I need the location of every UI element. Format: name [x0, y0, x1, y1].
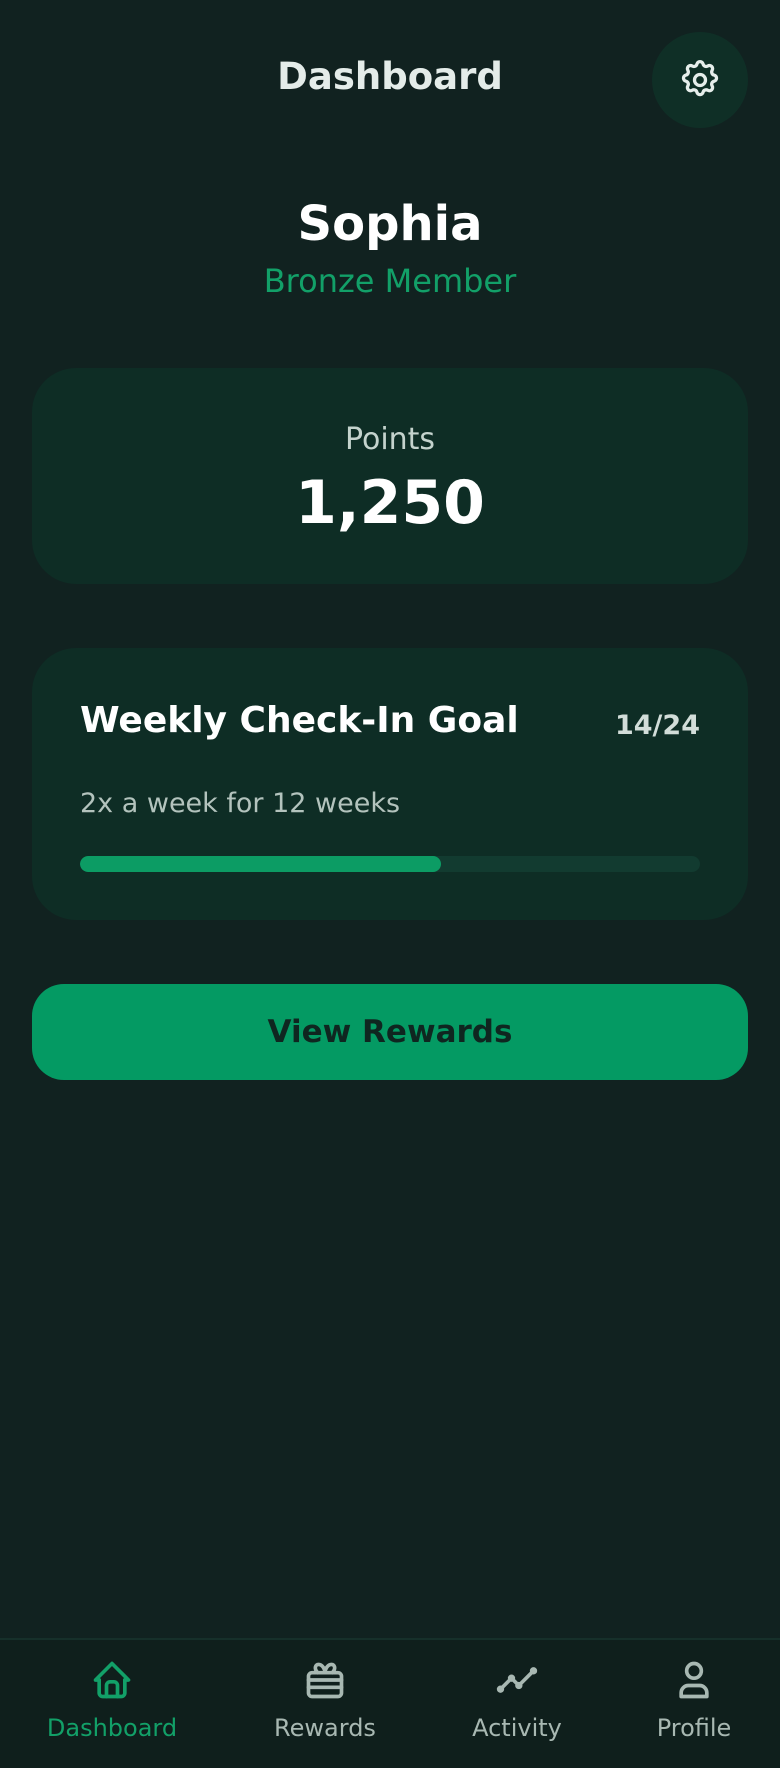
nav-label-dashboard: Dashboard — [46, 1714, 178, 1742]
goal-title: Weekly Check-In Goal — [80, 700, 519, 741]
points-card: Points 1,250 — [32, 368, 748, 584]
bottom-nav: Dashboard Rewards Activity Profile — [0, 1638, 780, 1768]
goal-count: 14/24 — [614, 710, 700, 741]
nav-item-profile[interactable]: Profile — [604, 1658, 780, 1758]
nav-label-activity: Activity — [472, 1714, 562, 1742]
goal-card: Weekly Check-In Goal 14/24 2x a week for… — [32, 648, 748, 920]
view-rewards-button[interactable]: View Rewards — [32, 984, 748, 1080]
nav-item-activity[interactable]: Activity — [427, 1658, 607, 1758]
gift-icon — [306, 1662, 344, 1699]
nav-label-profile: Profile — [656, 1714, 732, 1742]
goal-progress-fill — [80, 856, 442, 872]
header: Dashboard — [0, 0, 780, 160]
nav-item-rewards[interactable]: Rewards — [235, 1658, 415, 1758]
home-icon — [93, 1661, 131, 1699]
nav-label-rewards: Rewards — [274, 1714, 376, 1742]
gear-icon — [681, 60, 719, 97]
goal-progress-bar — [80, 856, 700, 872]
nav-item-dashboard[interactable]: Dashboard — [22, 1658, 202, 1758]
points-value: 1,250 — [295, 468, 485, 538]
points-label: Points — [344, 422, 436, 457]
dashboard-screen: Dashboard Sophia Bronze Member Points 1,… — [0, 0, 780, 1768]
user-icon — [679, 1661, 709, 1699]
settings-button[interactable] — [652, 32, 748, 128]
user-name: Sophia — [297, 196, 483, 252]
goal-description: 2x a week for 12 weeks — [80, 788, 401, 819]
activity-icon — [496, 1667, 538, 1693]
membership-tier: Bronze Member — [263, 262, 517, 300]
